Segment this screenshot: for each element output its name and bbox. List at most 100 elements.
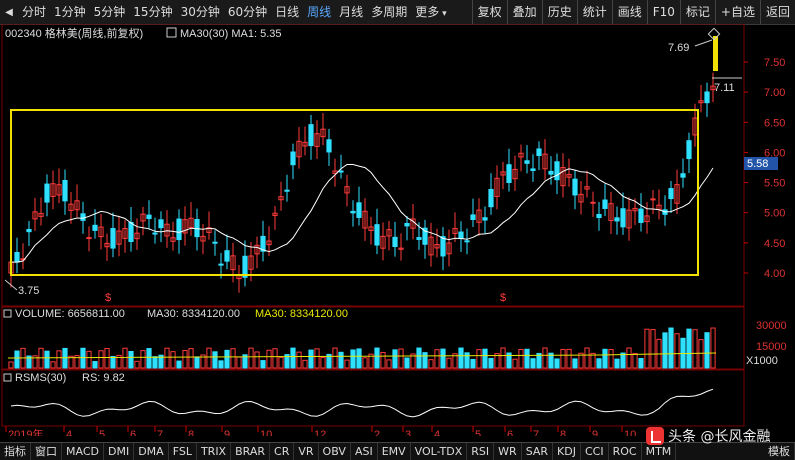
volume-bar	[638, 358, 644, 369]
toolbar-button-7[interactable]: +自选	[714, 0, 760, 24]
volume-bar	[674, 333, 680, 369]
volume-bar	[512, 358, 518, 369]
toggle-box-icon[interactable]	[3, 373, 12, 382]
indicator-tab-5[interactable]: FSL	[169, 443, 197, 460]
time-axis-label: 2019年	[8, 427, 43, 436]
volume-bar	[302, 359, 308, 369]
time-axis-label: 7	[157, 429, 163, 436]
kline-chart[interactable]: 7.507.006.506.005.505.004.504.00002340 格…	[0, 24, 795, 436]
volume-bar	[332, 347, 338, 369]
volume-bar	[386, 359, 392, 369]
time-axis-label: 10	[260, 429, 272, 436]
indicator-tab-18[interactable]: CCI	[581, 443, 609, 460]
tab-2[interactable]: 5分钟	[90, 0, 130, 24]
toolbar-button-3[interactable]: 统计	[576, 0, 612, 24]
volume-bar	[320, 357, 326, 369]
time-axis-label: 8	[560, 429, 566, 436]
time-axis-label: 6	[130, 429, 136, 436]
toggle-box-icon[interactable]	[166, 27, 177, 38]
indicator-tab-7[interactable]: BRAR	[231, 443, 271, 460]
tab-9[interactable]: 多周期	[367, 0, 411, 24]
volume-bar	[704, 332, 710, 369]
toolbar-button-0[interactable]: 复权	[471, 0, 507, 24]
time-axis-label: 10	[624, 429, 636, 436]
nav-left-icon[interactable]: ◀	[0, 0, 18, 24]
candle-body	[158, 219, 164, 229]
volume-bar	[686, 328, 692, 369]
volume-bar	[650, 329, 656, 369]
volume-bar	[92, 361, 98, 369]
indicator-tab-12[interactable]: EMV	[378, 443, 411, 460]
tab-0[interactable]: 分时	[18, 0, 50, 24]
indicator-tab-8[interactable]: CR	[270, 443, 295, 460]
volume-bar	[122, 347, 128, 369]
volume-bar	[404, 357, 410, 369]
volume-bar	[290, 347, 296, 369]
price-panel-frame	[1, 24, 745, 307]
volume-bar	[644, 328, 650, 369]
tab-7[interactable]: 周线	[303, 0, 335, 24]
volume-bar	[134, 360, 140, 369]
indicator-tab-9[interactable]: VR	[294, 443, 319, 460]
toolbar-button-2[interactable]: 历史	[541, 0, 577, 24]
low-price-label: 3.75	[18, 285, 39, 297]
candle-body	[80, 213, 86, 221]
time-axis-label: 9	[592, 429, 598, 436]
toolbar-button-6[interactable]: 标记	[679, 0, 715, 24]
volume-bar	[194, 356, 200, 369]
indicator-tab-11[interactable]: ASI	[351, 443, 378, 460]
candle-body	[356, 202, 362, 218]
candle-body	[602, 199, 608, 209]
rsms-line	[10, 388, 714, 418]
watermark-text: 头条 @长风金融	[668, 429, 771, 445]
candle-body	[146, 214, 152, 220]
toolbar-button-8[interactable]: 返回	[759, 0, 795, 24]
high-pointer-line	[694, 39, 713, 47]
volume-ma-line	[7, 352, 717, 359]
candle-body	[284, 189, 290, 192]
toggle-box-icon[interactable]	[3, 309, 12, 318]
volume-bar	[392, 349, 398, 369]
toolbar-button-4[interactable]: 画线	[611, 0, 647, 24]
candle-body	[530, 168, 536, 172]
volume-bar	[530, 358, 536, 369]
tab-8[interactable]: 月线	[335, 0, 367, 24]
indicator-tab-4[interactable]: DMA	[134, 443, 169, 460]
toolbar-button-5[interactable]: F10	[646, 0, 680, 24]
period-toolbar: ◀ 分时 1分钟 5分钟 15分钟 30分钟 60分钟 日线 周线 月线 多周期 更多 ▾ 复权 叠加…	[0, 0, 795, 25]
candle-body	[338, 170, 344, 173]
indicator-tab-17[interactable]: KDJ	[553, 443, 581, 460]
indicator-tab-19[interactable]: ROC	[609, 443, 642, 460]
candle-body	[440, 236, 446, 257]
indicator-tab-2[interactable]: MACD	[62, 443, 104, 460]
tab-6[interactable]: 日线	[271, 0, 303, 24]
time-axis-label: 7	[533, 429, 539, 436]
volume-bar	[662, 332, 668, 369]
indicator-tab-1[interactable]: 窗口	[31, 443, 62, 460]
tab-1[interactable]: 1分钟	[50, 0, 90, 24]
tab-5[interactable]: 60分钟	[224, 0, 271, 24]
indicator-tab-14[interactable]: RSI	[467, 443, 495, 460]
volume-bar	[554, 358, 560, 369]
candle-body	[470, 214, 476, 220]
rsms-name: RSMS(30)	[15, 372, 66, 384]
indicator-tab-0[interactable]: 指标	[0, 443, 31, 460]
volume-bar	[206, 347, 212, 369]
indicator-tab-3[interactable]: DMI	[104, 443, 135, 460]
indicator-tab-16[interactable]: SAR	[522, 443, 554, 460]
indicator-tab-13[interactable]: VOL-TDX	[411, 443, 468, 460]
highlight-box	[10, 109, 699, 276]
indicator-tab-10[interactable]: OBV	[319, 443, 351, 460]
tab-3[interactable]: 15分钟	[129, 0, 176, 24]
watermark: 头条 @长风金融	[646, 426, 786, 446]
price-axis-label: 4.00	[764, 268, 785, 280]
toolbar-button-1[interactable]: 叠加	[506, 0, 542, 24]
candle-body	[326, 139, 332, 153]
tab-4[interactable]: 30分钟	[177, 0, 224, 24]
rsms-value: RS: 9.82	[82, 372, 125, 384]
indicator-tab-6[interactable]: TRIX	[197, 443, 232, 460]
volume-bar	[362, 357, 368, 369]
ma30-line	[11, 164, 714, 263]
indicator-tab-15[interactable]: WR	[494, 443, 522, 460]
tab-10[interactable]: 更多 ▾	[411, 0, 450, 24]
